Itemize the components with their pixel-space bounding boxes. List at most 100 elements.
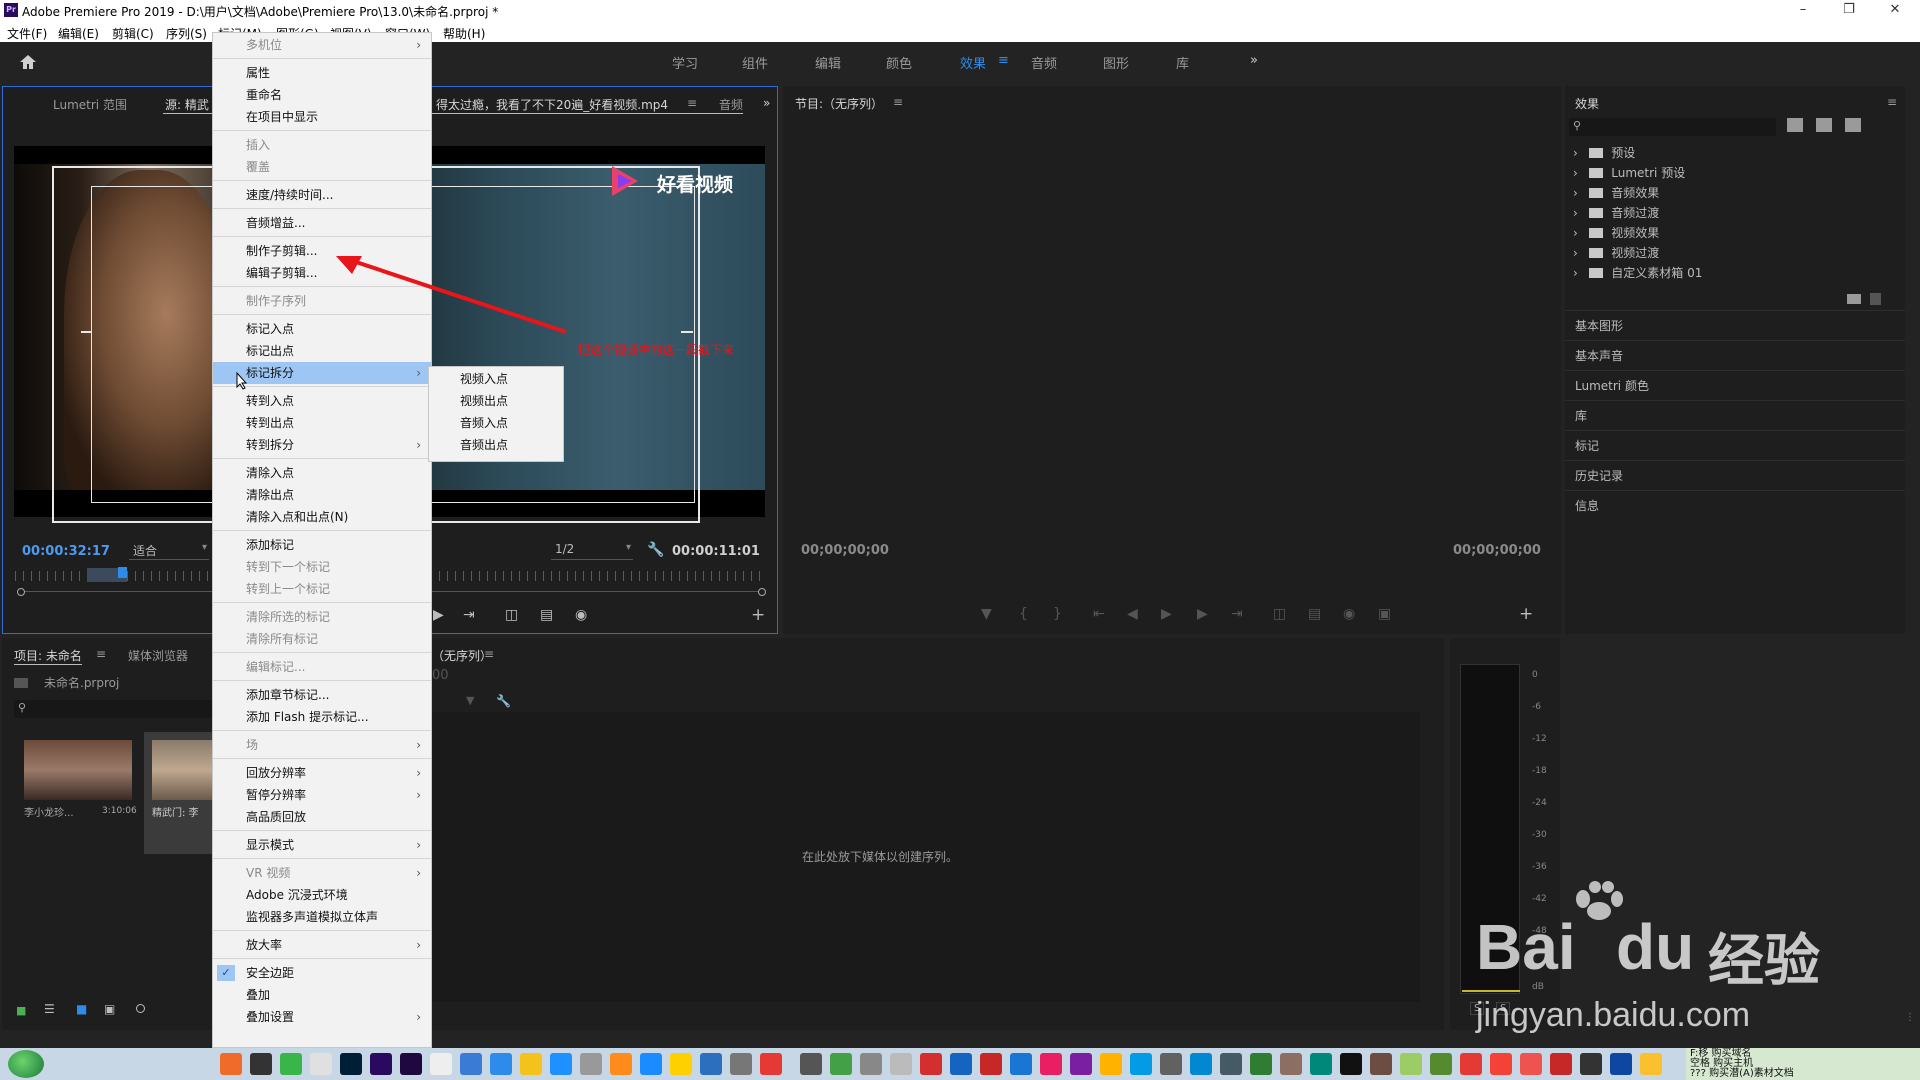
menu-sequence[interactable]: 序列(S) — [166, 25, 207, 42]
workspace-editing[interactable]: 编辑 — [815, 53, 841, 72]
section-lumetri-color[interactable]: Lumetri 颜色 — [1565, 370, 1905, 400]
workspace-menu-icon[interactable]: ≡ — [998, 53, 1009, 68]
tree-item-video-transitions[interactable]: › 视频过渡 — [1565, 243, 1905, 263]
menu-help[interactable]: 帮助(H) — [443, 25, 485, 42]
menu-file[interactable]: 文件(F) — [7, 25, 47, 42]
app-icon[interactable] — [1640, 1053, 1662, 1075]
overwrite-icon[interactable]: ▤ — [540, 607, 553, 623]
tree-item-video-effects[interactable]: › 视频效果 — [1565, 223, 1905, 243]
app-icon[interactable] — [580, 1053, 602, 1075]
app-icon[interactable] — [1340, 1053, 1362, 1075]
app-icon[interactable] — [1490, 1053, 1512, 1075]
app-icon[interactable] — [730, 1053, 752, 1075]
go-to-in-icon[interactable]: ⇤ — [1093, 606, 1105, 622]
tab-lumetri-scopes[interactable]: Lumetri 范围 — [53, 96, 127, 113]
app-icon[interactable] — [800, 1053, 822, 1075]
lift-icon[interactable]: ◫ — [1273, 606, 1286, 622]
menu-item-add-chapter-marker[interactable]: 添加章节标记... — [213, 684, 431, 706]
more-tabs-icon[interactable]: » — [763, 96, 770, 110]
menu-item-go-to-in[interactable]: 转到入点 — [213, 390, 431, 412]
more-workspaces-icon[interactable]: » — [1250, 53, 1258, 68]
add-button-icon[interactable]: + — [751, 605, 765, 625]
menu-item-properties[interactable]: 属性 — [213, 62, 431, 84]
workspace-graphics[interactable]: 图形 — [1103, 53, 1129, 72]
menu-item-insert[interactable]: 插入 — [213, 134, 431, 156]
comparison-icon[interactable]: ▣ — [1378, 606, 1391, 622]
app-icon[interactable] — [760, 1053, 782, 1075]
clip-thumbnail[interactable]: 李小龙珍... 3:10:06 — [16, 734, 138, 854]
menu-item-high-quality-playback[interactable]: 高品质回放 — [213, 806, 431, 828]
tab-source-clip-name[interactable]: 得太过瘾，我看了不下20遍_好看视频.mp4 — [436, 96, 668, 113]
tree-item-custom-bin[interactable]: › 自定义素材箱 01 — [1565, 263, 1905, 283]
section-markers[interactable]: 标记 — [1565, 430, 1905, 460]
menu-item-reveal-in-project[interactable]: 在项目中显示 — [213, 106, 431, 128]
marker-icon[interactable]: ▼ — [981, 606, 992, 622]
source-timecode[interactable]: 00:00:32:17 — [22, 544, 110, 559]
step-forward-icon[interactable]: ▶ — [1197, 606, 1208, 622]
tree-item-presets[interactable]: › 预设 — [1565, 143, 1905, 163]
insert-icon[interactable]: ◫ — [505, 607, 518, 623]
extract-icon[interactable]: ▤ — [1308, 606, 1321, 622]
icon-view-icon[interactable]: ■ — [76, 1002, 87, 1016]
app-icon[interactable] — [1160, 1053, 1182, 1075]
menu-item-clear-selected-marker[interactable]: 清除所选的标记 — [213, 606, 431, 628]
menu-item-display-mode[interactable]: 显示模式 › — [213, 834, 431, 856]
app-icon[interactable] — [640, 1053, 662, 1075]
tab-program[interactable]: 节目:（无序列） — [795, 95, 883, 112]
app-icon[interactable] — [430, 1053, 452, 1075]
app-icon[interactable] — [1460, 1053, 1482, 1075]
app-icon[interactable] — [980, 1053, 1002, 1075]
camera-icon[interactable]: ◉ — [1343, 606, 1355, 622]
workspace-audio[interactable]: 音频 — [1031, 53, 1057, 72]
home-icon[interactable] — [18, 52, 38, 72]
step-back-icon[interactable]: ◀ — [1127, 606, 1138, 622]
menu-item-multichannel-stereo[interactable]: 监视器多声道模拟立体声 — [213, 906, 431, 928]
qq-icon[interactable] — [250, 1053, 272, 1075]
tab-media-browser[interactable]: 媒体浏览器 — [128, 647, 188, 664]
app-icon[interactable] — [670, 1053, 692, 1075]
workspace-learn[interactable]: 学习 — [672, 53, 698, 72]
go-to-out-icon[interactable]: ⇥ — [1231, 606, 1243, 622]
section-info[interactable]: 信息 — [1565, 490, 1905, 520]
app-icon[interactable] — [1580, 1053, 1602, 1075]
tree-item-lumetri-presets[interactable]: › Lumetri 预设 — [1565, 163, 1905, 183]
app-icon[interactable] — [1250, 1053, 1272, 1075]
section-history[interactable]: 历史记录 — [1565, 460, 1905, 490]
menu-item-multicam[interactable]: 多机位 › — [213, 34, 431, 56]
maximize-button[interactable]: ❐ — [1826, 0, 1872, 22]
app-icon[interactable] — [1280, 1053, 1302, 1075]
premiere-taskbar-icon[interactable] — [370, 1053, 392, 1075]
freeform-view-icon[interactable]: ▣ — [104, 1002, 115, 1016]
panel-menu-icon[interactable]: ≡ — [893, 95, 903, 109]
app-icon[interactable] — [1430, 1053, 1452, 1075]
app-icon[interactable] — [460, 1053, 482, 1075]
after-effects-icon[interactable] — [400, 1053, 422, 1075]
section-libraries[interactable]: 库 — [1565, 400, 1905, 430]
app-icon[interactable] — [550, 1053, 572, 1075]
add-button-icon[interactable]: + — [1519, 604, 1533, 624]
app-icon[interactable] — [950, 1053, 972, 1075]
ie-icon[interactable] — [700, 1053, 722, 1075]
menu-item-previous-marker[interactable]: 转到上一个标记 — [213, 578, 431, 600]
trash-icon[interactable] — [1870, 293, 1881, 305]
play-icon[interactable]: ▶ — [433, 607, 444, 623]
accelerated-effects-icon[interactable] — [1787, 118, 1803, 132]
menu-item-add-marker[interactable]: 添加标记 — [213, 534, 431, 556]
menu-clip[interactable]: 剪辑(C) — [112, 25, 154, 42]
app-icon[interactable] — [1550, 1053, 1572, 1075]
mark-out-icon[interactable]: } — [1053, 606, 1062, 622]
app-icon[interactable] — [1610, 1053, 1632, 1075]
pen-icon[interactable] — [310, 1053, 332, 1075]
start-button[interactable] — [8, 1050, 44, 1078]
app-icon[interactable] — [860, 1053, 882, 1075]
menu-item-go-to-out[interactable]: 转到出点 — [213, 412, 431, 434]
app-icon[interactable] — [890, 1053, 912, 1075]
app-icon[interactable] — [1220, 1053, 1242, 1075]
submenu-item-audio-in[interactable]: 音频入点 — [429, 412, 563, 434]
step-forward-icon[interactable]: ⇥ — [463, 607, 475, 623]
tree-item-audio-transitions[interactable]: › 音频过渡 — [1565, 203, 1905, 223]
wechat-icon[interactable] — [280, 1053, 302, 1075]
program-video-frame[interactable] — [783, 114, 1561, 532]
folder-icon[interactable] — [520, 1053, 542, 1075]
program-timecode[interactable]: 00;00;00;00 — [801, 543, 889, 558]
